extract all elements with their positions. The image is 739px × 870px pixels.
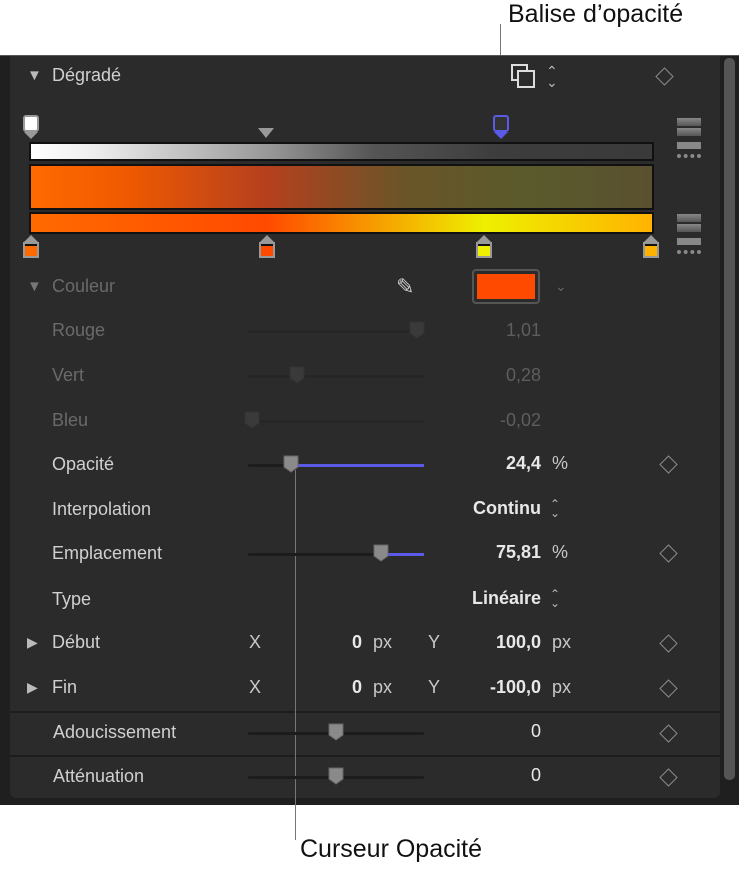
stepper-icon[interactable]: ⌃ ⌄ bbox=[550, 498, 560, 519]
channel-2-slider-thumb[interactable] bbox=[244, 411, 260, 429]
interpolation-popup[interactable]: Continu bbox=[400, 498, 541, 519]
stops-layout-icon[interactable] bbox=[677, 142, 701, 158]
gradient-title: Dégradé bbox=[52, 65, 122, 85]
opacity-stop-1[interactable] bbox=[493, 115, 510, 139]
opacity-slider-fill bbox=[290, 464, 424, 467]
scrollbar[interactable] bbox=[724, 58, 735, 780]
location-slider-thumb[interactable] bbox=[373, 544, 389, 562]
start-x-value[interactable]: 0 bbox=[300, 632, 362, 653]
color-swatch[interactable] bbox=[472, 269, 540, 304]
y-label: Y bbox=[428, 632, 441, 652]
gradient-preview bbox=[29, 164, 654, 210]
color-label: Couleur bbox=[52, 276, 116, 296]
color-stop-1[interactable] bbox=[258, 235, 275, 258]
vert-label: Vert bbox=[52, 365, 85, 385]
callout-line bbox=[295, 470, 296, 840]
falloff-slider-thumb[interactable] bbox=[328, 767, 344, 785]
location-unit: % bbox=[552, 542, 569, 562]
type-popup[interactable]: Linéaire bbox=[400, 588, 541, 609]
end-x-value[interactable]: 0 bbox=[300, 677, 362, 698]
opacity-slider-thumb[interactable] bbox=[283, 455, 299, 473]
channel-value[interactable]: 1,01 bbox=[440, 320, 541, 341]
bleu-label: Bleu bbox=[52, 410, 89, 430]
color-stops-layout-icon[interactable] bbox=[677, 238, 701, 254]
eyedropper-icon[interactable]: ✎ bbox=[396, 274, 414, 300]
x-label: X bbox=[249, 677, 262, 697]
distribute-stops-icon[interactable] bbox=[677, 118, 701, 136]
color-stop-3[interactable] bbox=[643, 235, 659, 258]
disclosure-triangle-icon[interactable]: ▼ bbox=[27, 67, 42, 84]
channel-2-slider[interactable] bbox=[248, 420, 424, 423]
falloff-value[interactable]: 0 bbox=[480, 765, 541, 786]
gradient-preset-icon[interactable] bbox=[511, 64, 537, 90]
stepper-icon[interactable]: ⌃ ⌄ bbox=[546, 64, 558, 89]
distribute-color-stops-icon[interactable] bbox=[677, 214, 701, 232]
opacity-value[interactable]: 24,4 bbox=[440, 453, 541, 474]
interpolation-label: Interpolation bbox=[52, 499, 152, 519]
color-gradient-bar[interactable] bbox=[29, 212, 654, 234]
color-stop-0[interactable] bbox=[23, 235, 39, 258]
end-label: Fin bbox=[52, 677, 78, 697]
softness-slider-thumb[interactable] bbox=[328, 723, 344, 741]
falloff-label: Atténuation bbox=[53, 766, 145, 786]
location-value[interactable]: 75,81 bbox=[440, 542, 541, 563]
x-unit: px bbox=[373, 632, 393, 652]
opacity-unit: % bbox=[552, 453, 569, 473]
channel-1-slider-thumb[interactable] bbox=[289, 366, 305, 384]
rouge-label: Rouge bbox=[52, 320, 106, 340]
chevron-down-icon[interactable]: ⌄ bbox=[555, 278, 567, 295]
callout-opacity-tag: Balise d’opacité bbox=[508, 0, 684, 28]
softness-label: Adoucissement bbox=[53, 722, 177, 742]
divider bbox=[10, 711, 720, 713]
opacity-midpoint-handle[interactable] bbox=[258, 128, 274, 138]
channel-value[interactable]: -0,02 bbox=[440, 410, 541, 431]
start-y-value[interactable]: 100,0 bbox=[460, 632, 541, 653]
y-unit: px bbox=[552, 677, 572, 697]
opacity-gradient-bar[interactable] bbox=[29, 142, 654, 161]
opacity-label: Opacité bbox=[52, 454, 115, 474]
channel-1-slider[interactable] bbox=[248, 375, 424, 378]
x-unit: px bbox=[373, 677, 393, 697]
divider bbox=[10, 755, 720, 757]
stepper-icon[interactable]: ⌃ ⌄ bbox=[550, 588, 560, 609]
channel-0-slider[interactable] bbox=[248, 330, 424, 333]
callout-opacity-slider: Curseur Opacité bbox=[300, 835, 483, 863]
channel-0-slider-thumb[interactable] bbox=[409, 321, 425, 339]
y-label: Y bbox=[428, 677, 441, 697]
start-label: Début bbox=[52, 632, 101, 652]
softness-value[interactable]: 0 bbox=[480, 721, 541, 742]
y-unit: px bbox=[552, 632, 572, 652]
disclosure-triangle-icon[interactable]: ▶ bbox=[27, 634, 38, 651]
location-label: Emplacement bbox=[52, 543, 163, 563]
color-stop-2[interactable] bbox=[475, 235, 492, 258]
channel-value[interactable]: 0,28 bbox=[440, 365, 541, 386]
x-label: X bbox=[249, 632, 262, 652]
disclosure-triangle-icon[interactable]: ▶ bbox=[27, 679, 38, 696]
opacity-stop-0[interactable] bbox=[23, 115, 39, 139]
disclosure-triangle-icon[interactable]: ▼ bbox=[27, 278, 42, 295]
end-y-value[interactable]: -100,0 bbox=[460, 677, 541, 698]
type-label: Type bbox=[52, 589, 92, 609]
